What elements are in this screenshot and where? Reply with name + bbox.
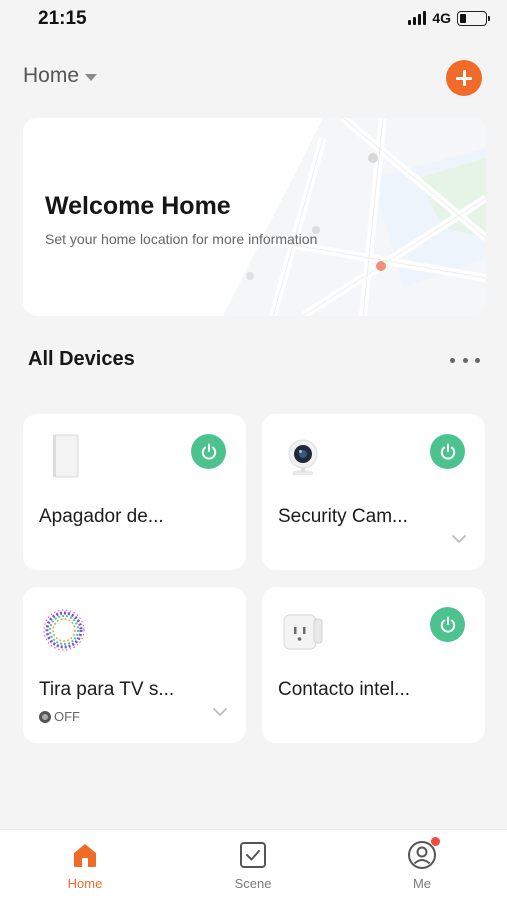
tab-scene[interactable]: Scene — [208, 840, 298, 891]
status-indicators: 4G — [408, 10, 490, 26]
home-icon — [74, 844, 96, 867]
device-status: OFF — [39, 709, 80, 724]
device-status-text: OFF — [54, 709, 80, 724]
all-devices-title: All Devices — [28, 348, 135, 370]
chevron-down-icon[interactable] — [212, 707, 228, 717]
security-camera-icon — [288, 439, 318, 475]
home-title: Home — [23, 64, 80, 87]
power-icon — [440, 616, 455, 633]
add-device-button[interactable] — [446, 60, 482, 96]
chevron-down-icon[interactable] — [451, 534, 467, 544]
device-card-apagador[interactable]: Apagador de... — [23, 414, 246, 570]
network-type: 4G — [432, 10, 451, 26]
battery-icon — [457, 10, 490, 26]
device-card-tira-tv[interactable]: Tira para TV s... OFF — [23, 587, 246, 743]
device-name: Security Cam... — [278, 506, 408, 527]
scene-checkbox-icon — [240, 842, 266, 868]
more-dots-icon — [450, 357, 455, 363]
tab-me[interactable]: Me — [377, 837, 467, 891]
tab-label: Scene — [234, 876, 272, 891]
power-button[interactable] — [191, 434, 226, 469]
bottom-tab-bar: Home Scene Me — [0, 829, 507, 900]
wall-switch-icon — [53, 434, 79, 478]
profile-icon-wrapper — [407, 837, 440, 870]
off-indicator-icon — [39, 710, 51, 723]
power-icon — [440, 443, 455, 460]
home-selector[interactable]: Home — [23, 64, 98, 88]
battery-level — [460, 13, 466, 23]
device-card-contacto[interactable]: Contacto intel... — [262, 587, 485, 743]
notification-badge — [431, 837, 440, 846]
led-strip-icon — [43, 609, 85, 651]
device-card-security-camera[interactable]: Security Cam... — [262, 414, 485, 570]
tab-label: Me — [412, 876, 432, 891]
device-name: Tira para TV s... — [39, 679, 175, 700]
more-options-button[interactable] — [450, 350, 480, 370]
power-button[interactable] — [430, 607, 465, 642]
caret-down-icon — [85, 73, 98, 81]
device-name: Contacto intel... — [278, 679, 411, 700]
status-time: 21:15 — [38, 8, 87, 29]
welcome-card[interactable]: Welcome Home Set your home location for … — [23, 118, 486, 316]
welcome-title: Welcome Home — [45, 192, 231, 220]
tab-label: Home — [67, 876, 103, 891]
plus-icon — [456, 70, 472, 86]
status-bar: 21:15 4G — [0, 0, 507, 40]
device-name: Apagador de... — [39, 506, 164, 527]
power-icon — [201, 443, 216, 460]
signal-icon — [408, 11, 427, 25]
tab-home[interactable]: Home — [40, 840, 130, 891]
power-button[interactable] — [430, 434, 465, 469]
welcome-subtitle: Set your home location for more informat… — [45, 231, 318, 247]
smart-plug-icon — [283, 614, 323, 650]
